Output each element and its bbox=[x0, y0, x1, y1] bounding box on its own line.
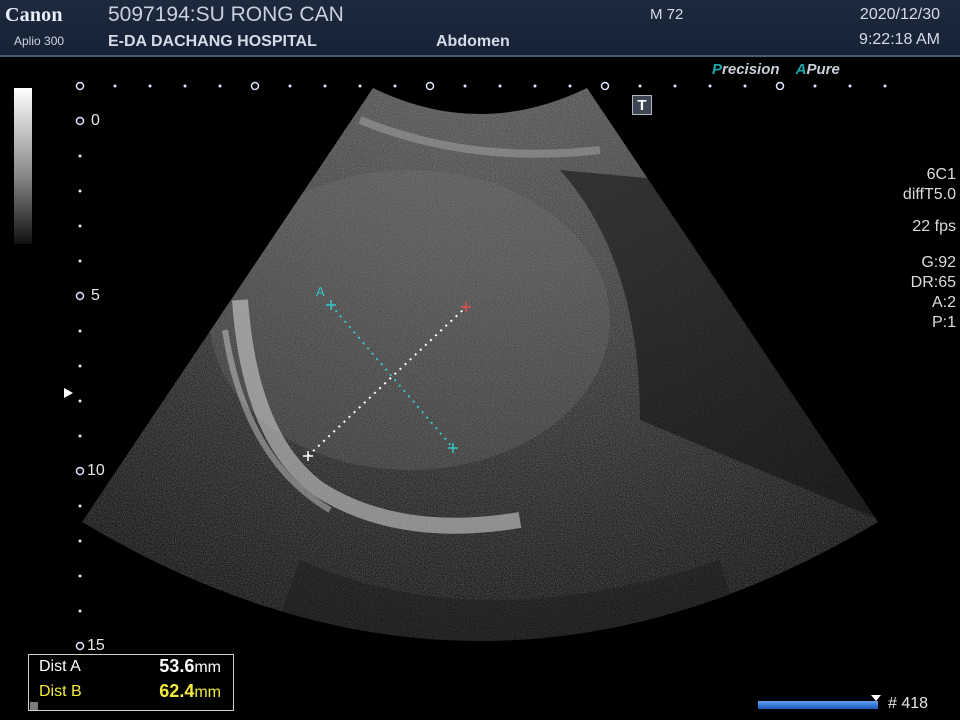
frame-count: # 418 bbox=[888, 695, 929, 712]
imaging-parameters: 6C1 diffT5.0 22 fps G:92 DR:65 A:2 P:1 bbox=[903, 165, 956, 333]
frame-rate: 22 fps bbox=[912, 218, 956, 235]
dist-a-unit: mm bbox=[194, 659, 221, 676]
depth-label-10: 10 bbox=[87, 462, 105, 479]
dist-a-label: Dist A bbox=[39, 658, 81, 675]
mode-labels: Precision APure bbox=[712, 61, 840, 78]
preset-name: diffT5.0 bbox=[902, 186, 956, 203]
dist-a-value: 53.6 bbox=[159, 656, 195, 676]
precision-p: P bbox=[712, 61, 723, 78]
depth-label-5: 5 bbox=[91, 287, 100, 304]
results-corner-handle bbox=[30, 702, 38, 710]
focus-marker-icon[interactable] bbox=[64, 388, 73, 398]
measure-a-label: A bbox=[316, 284, 325, 299]
a-value: A:2 bbox=[931, 294, 956, 311]
dist-b-row: Dist B 62.4mm bbox=[39, 681, 229, 705]
gain-value: G:92 bbox=[921, 254, 956, 271]
dynamic-range-value: DR:65 bbox=[910, 274, 956, 291]
text-annotation-icon[interactable]: T bbox=[632, 95, 652, 115]
p-value: P:1 bbox=[931, 314, 956, 331]
dist-b-label: Dist B bbox=[39, 683, 82, 700]
dist-a-row: Dist A 53.6mm bbox=[39, 656, 229, 680]
dist-b-value: 62.4 bbox=[159, 681, 195, 701]
cine-progress-bar[interactable] bbox=[758, 701, 878, 709]
probe-name: 6C1 bbox=[926, 166, 956, 183]
cine-position-marker-icon[interactable] bbox=[871, 695, 881, 701]
grayscale-bar bbox=[14, 88, 32, 244]
ultrasound-image bbox=[75, 81, 887, 651]
measurement-results-box: Dist A 53.6mm Dist B 62.4mm bbox=[28, 654, 234, 711]
lateral-scale-row bbox=[75, 81, 887, 91]
depth-scale-dots bbox=[75, 116, 85, 651]
precision-label: recision bbox=[722, 61, 780, 78]
dist-b-unit: mm bbox=[194, 684, 221, 701]
depth-label-0: 0 bbox=[91, 112, 100, 129]
apure-a: A bbox=[795, 61, 807, 78]
depth-label-15: 15 bbox=[87, 637, 105, 654]
apure-label: Pure bbox=[806, 61, 840, 78]
